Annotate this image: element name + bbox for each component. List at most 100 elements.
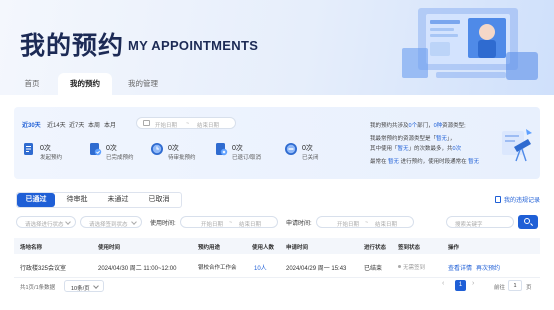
text: 其中使用「 [370,146,398,152]
stat-label: 已关闭 [302,155,319,161]
search-button[interactable] [518,215,538,229]
date-sep: ~ [186,120,190,127]
keyword-search-input[interactable]: 搜索关键字 [446,216,514,228]
tab-my-management[interactable]: 我的管理 [118,73,168,95]
text: 我最常预约的资源类型是「 [370,136,437,142]
checkin-status-select[interactable]: 请选择签到状态 [80,216,142,228]
period-7d[interactable]: 近7天 [69,120,84,129]
tab-rejected[interactable]: 未通过 [99,193,137,207]
summary-panel: 近30天 近14天 近7天 本周 本月 开始日期 ~ 结束日期 0次 发起预约 … [14,107,540,179]
text: 资源类型; [442,123,466,129]
pager-total: 共1页/1条数据 [20,285,56,291]
next-page-button[interactable]: › [472,280,474,287]
apply-time-range[interactable]: 开始日期 ~ 结束日期 [316,216,414,228]
stat-initiated: 0次 发起预约 [22,142,82,166]
apply-time-label: 申请时间: [286,221,312,227]
page-1-button[interactable]: 1 [455,280,466,291]
stat-value: 0次 [106,145,117,152]
page-size-value: 10条/页 [71,285,90,292]
text: 进行预约，使用时段通常在 [400,159,467,165]
select-placeholder: 请选择签到状态 [89,221,128,228]
stat-completed: 0次 已完成预约 [88,142,148,166]
summary-line-2: 我最常预约的资源类型是「暂无」， [370,134,455,142]
tab-my-appointments[interactable]: 我的预约 [58,73,112,95]
highlight: 暂无 [388,159,400,165]
cell-venue: 行政楼325会议室 [20,266,67,272]
tab-pending[interactable]: 待审批 [58,193,96,207]
col-purpose: 预约用途 [198,245,221,251]
closed-icon [285,143,297,155]
stat-value: 0次 [232,145,243,152]
page-title: 我的预约 [20,31,125,60]
prev-page-button[interactable]: ‹ [442,280,444,287]
summary-line-1: 我的预约共涉及0个部门，0种资源类型; [370,121,466,129]
search-placeholder: 搜索关键字 [455,221,483,228]
cell-purpose: 银校合作工作会 [198,265,237,271]
col-venue: 场地名称 [20,245,43,251]
telescope-illustration [502,129,532,162]
document-icon [24,143,33,155]
chevron-down-icon [65,219,71,225]
main-nav: 首页 我的预约 我的管理 [0,73,554,95]
calendar-icon [143,120,150,126]
highlight: 暂无 [397,146,409,152]
stat-label: 已退订/取消 [232,155,262,161]
summary-date-range[interactable]: 开始日期 ~ 结束日期 [136,117,236,129]
stat-closed: 0次 已关闭 [284,142,344,166]
col-status: 进行状态 [364,245,387,251]
highlight: 0个 [408,123,418,129]
tab-home[interactable]: 首页 [12,73,52,95]
stat-value: 0次 [168,145,179,152]
page-title-en: MY APPOINTMENTS [128,38,259,53]
violation-link-label: 我的违规记录 [503,198,540,204]
page-size-select[interactable]: 10条/页 [64,280,104,292]
highlight: 0种 [433,123,443,129]
text: 最常在 [370,159,387,165]
stat-pending: 0次 待审批预约 [150,142,210,166]
clock-icon [151,143,163,155]
col-checkin: 签到状态 [398,245,421,251]
search-icon [524,218,530,224]
summary-line-4: 最常在 暂无 进行预约，使用时段通常在 暂无 [370,157,479,165]
period-14d[interactable]: 近14天 [47,120,66,129]
cancel-document-icon [216,143,228,156]
cell-checkin: 无需签到 [398,263,425,271]
cell-people[interactable]: 10人 [254,263,267,272]
stat-cancelled: 0次 已退订/取消 [214,142,274,166]
stat-label: 待审批预约 [168,155,196,161]
date-end: 结束日期 [239,221,262,228]
text: 我的预约共涉及 [370,123,409,129]
document-icon [494,196,501,203]
text: 部门， [417,123,434,129]
page-header: 我的预约 MY APPOINTMENTS 首页 我的预约 我的管理 [0,0,554,96]
cell-apply-time: 2024/04/29 周一 15:43 [286,266,347,272]
period-this-week[interactable]: 本周 [88,120,100,129]
tab-approved[interactable]: 已通过 [17,193,55,207]
cell-status: 已结束 [364,266,383,272]
status-dot [398,265,401,268]
col-apply-time: 申请时间 [286,245,309,251]
violation-records-link[interactable]: 我的违规记录 [494,195,540,204]
tab-cancelled[interactable]: 已取消 [140,193,178,207]
date-end: 结束日期 [197,122,220,129]
highlight: 0次 [452,146,462,152]
progress-status-select[interactable]: 请选择进行状态 [16,216,76,228]
view-details-link[interactable]: 查看详情 [448,263,472,272]
goto-label: 前往 [494,285,506,291]
highlight: 暂无 [468,159,480,165]
book-again-link[interactable]: 再次预约 [476,263,500,272]
cell-use-time: 2024/04/30 周二 11:00~12:00 [98,266,177,272]
text: 」， [447,136,456,142]
stat-label: 已完成预约 [106,155,134,161]
date-start: 开始日期 [337,221,360,228]
use-time-label: 使用时间: [150,221,176,227]
check-document-icon [90,143,102,156]
period-this-month[interactable]: 本月 [104,120,116,129]
select-placeholder: 请选择进行状态 [25,221,64,228]
period-30d[interactable]: 近30天 [22,120,41,129]
goto-page-input[interactable]: 1 [508,280,522,291]
text: 」的次数最多，共 [408,146,453,152]
date-end: 结束日期 [375,221,398,228]
use-time-range[interactable]: 开始日期 ~ 结束日期 [180,216,278,228]
stat-value: 0次 [40,145,51,152]
